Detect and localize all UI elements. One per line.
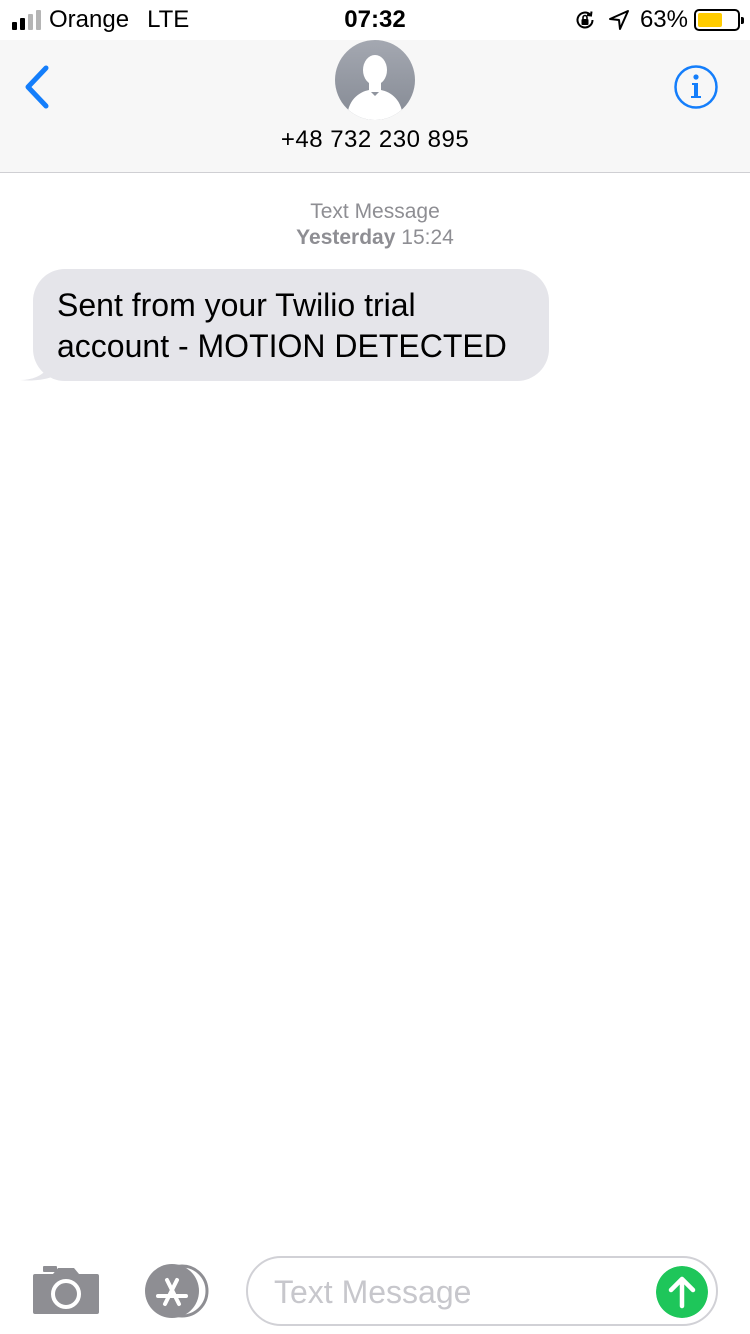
message-input-container[interactable] <box>246 1256 718 1326</box>
chevron-left-icon[interactable] <box>22 64 52 110</box>
status-bar: Orange LTE 07:32 63% <box>0 0 750 40</box>
battery-percent: 63% <box>639 6 688 33</box>
conversation-header: +48 732 230 895 <box>0 40 750 173</box>
message-type-label: Text Message <box>310 200 440 223</box>
person-silhouette-icon <box>335 40 415 120</box>
app-store-icon[interactable] <box>140 1264 212 1318</box>
orientation-lock-icon <box>576 11 594 29</box>
incoming-message-bubble[interactable]: Sent from your Twilio trial account - MO… <box>33 269 549 381</box>
message-day: Yesterday <box>296 226 396 249</box>
info-icon[interactable] <box>673 64 719 110</box>
status-right: 63% <box>574 6 744 34</box>
message-input[interactable] <box>274 1268 634 1316</box>
message-time: 15:24 <box>401 226 454 249</box>
battery-level-fill <box>698 13 722 27</box>
battery-icon <box>694 9 744 31</box>
camera-icon[interactable] <box>33 1266 99 1314</box>
send-arrow-icon[interactable] <box>656 1266 708 1318</box>
contact-avatar[interactable] <box>335 40 415 120</box>
contact-phone-number[interactable]: +48 732 230 895 <box>0 126 750 154</box>
message-timestamp: Text Message Yesterday 15:24 <box>0 199 750 251</box>
location-arrow-icon <box>608 10 629 30</box>
message-text: Sent from your Twilio trial account - MO… <box>57 287 507 364</box>
message-date: Yesterday 15:24 <box>0 225 750 251</box>
